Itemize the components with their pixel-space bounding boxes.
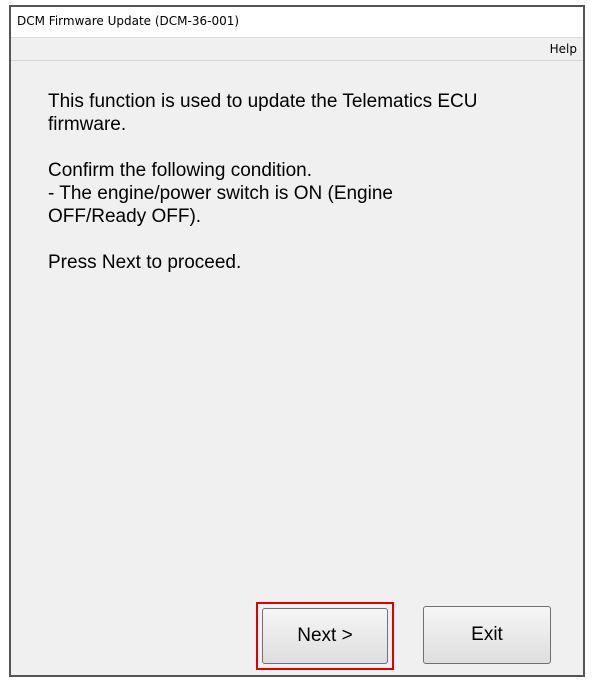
next-button-highlight: Next > [256, 602, 394, 670]
next-button-label: Next > [297, 625, 353, 646]
title-bar: DCM Firmware Update (DCM-36-001) [11, 7, 583, 38]
function-description: This function is used to update the Tele… [48, 91, 478, 135]
exit-button[interactable]: Exit [423, 606, 551, 664]
exit-button-label: Exit [471, 624, 503, 645]
next-button[interactable]: Next > [262, 608, 388, 664]
condition-instructions: Confirm the following condition. - The e… [48, 160, 393, 227]
firmware-update-window: DCM Firmware Update (DCM-36-001) Help Th… [9, 5, 585, 677]
proceed-instruction: Press Next to proceed. [48, 252, 242, 273]
instructions-panel: This function is used to update the Tele… [48, 90, 568, 297]
menu-bar: Help [11, 38, 583, 61]
help-menu[interactable]: Help [550, 42, 577, 56]
window-title: DCM Firmware Update (DCM-36-001) [17, 14, 240, 28]
